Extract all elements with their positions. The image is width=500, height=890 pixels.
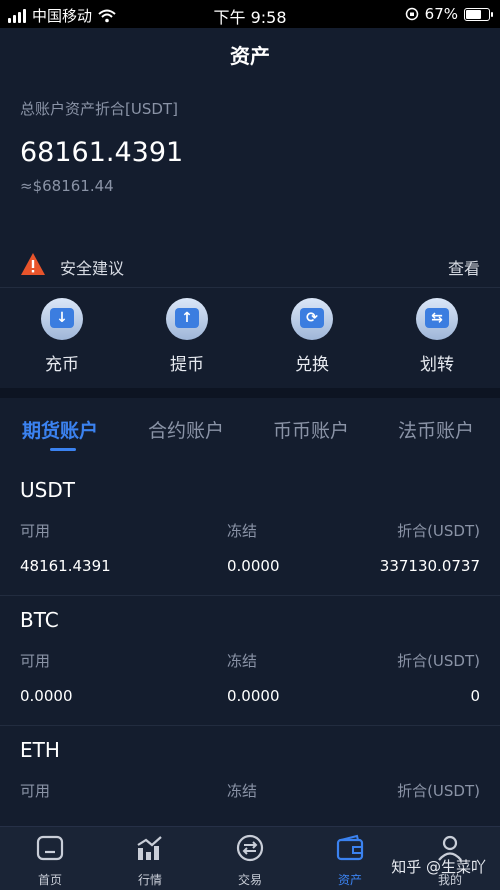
deposit-button[interactable]: ↓ 充币 bbox=[22, 298, 102, 375]
value-header: 折合(USDT) bbox=[397, 652, 480, 670]
withdraw-icon: ↑ bbox=[166, 298, 208, 340]
active-tab-indicator bbox=[50, 448, 76, 451]
asset-row-btc[interactable]: BTC 可用 冻结 折合(USDT) 0.0000 0.0000 0 bbox=[0, 596, 500, 726]
watermark: 知乎 @生菜吖 bbox=[391, 858, 486, 876]
home-icon bbox=[36, 835, 64, 861]
warning-icon bbox=[21, 253, 45, 275]
account-tabs: 期货账户 合约账户 币币账户 法币账户 bbox=[0, 398, 500, 458]
available-header: 可用 bbox=[20, 782, 51, 800]
value-header: 折合(USDT) bbox=[397, 782, 480, 800]
tab-spot[interactable]: 币币账户 bbox=[273, 416, 349, 443]
exchange-button[interactable]: ⟳ 兑换 bbox=[272, 298, 352, 375]
tab-fiat[interactable]: 法币账户 bbox=[398, 416, 474, 443]
transfer-label: 划转 bbox=[420, 355, 454, 375]
status-bar: 中国移动 下午 9:58 67% bbox=[0, 0, 500, 28]
exchange-icon: ⟳ bbox=[291, 298, 333, 340]
tabbar-market[interactable]: 行情 bbox=[110, 833, 190, 888]
asset-name: BTC bbox=[20, 608, 59, 632]
transfer-icon: ⇆ bbox=[416, 298, 458, 340]
quick-actions: ↓ 充币 ↑ 提币 ⟳ 兑换 ⇆ 划转 bbox=[0, 298, 500, 378]
available-value: 48161.4391 bbox=[20, 557, 111, 575]
transfer-button[interactable]: ⇆ 划转 bbox=[397, 298, 477, 375]
tabbar-market-label: 行情 bbox=[137, 873, 162, 887]
deposit-icon: ↓ bbox=[41, 298, 83, 340]
battery-icon bbox=[464, 7, 493, 21]
chart-icon bbox=[137, 836, 162, 860]
withdraw-button[interactable]: ↑ 提币 bbox=[147, 298, 227, 375]
security-advice-row[interactable]: 安全建议 查看 bbox=[0, 240, 500, 288]
total-assets-approx: ≈$68161.44 bbox=[20, 177, 114, 195]
withdraw-label: 提币 bbox=[170, 355, 204, 375]
value-header: 折合(USDT) bbox=[397, 522, 480, 540]
deposit-label: 充币 bbox=[45, 355, 79, 375]
section-divider bbox=[0, 388, 500, 398]
tabbar-trade[interactable]: 交易 bbox=[210, 833, 290, 888]
asset-name: ETH bbox=[20, 738, 60, 762]
trade-icon bbox=[236, 834, 264, 862]
exchange-label: 兑换 bbox=[295, 355, 329, 375]
available-header: 可用 bbox=[20, 522, 51, 540]
available-header: 可用 bbox=[20, 652, 51, 670]
total-assets-value: 68161.4391 bbox=[20, 137, 184, 168]
tab-contract[interactable]: 合约账户 bbox=[148, 416, 224, 443]
converted-value: 337130.0737 bbox=[379, 557, 480, 575]
orientation-lock-icon bbox=[405, 7, 418, 21]
frozen-header: 冻结 bbox=[227, 522, 258, 540]
asset-row-usdt[interactable]: USDT 可用 冻结 折合(USDT) 48161.4391 0.0000 33… bbox=[0, 466, 500, 596]
tabbar-home-label: 首页 bbox=[37, 873, 62, 887]
frozen-header: 冻结 bbox=[227, 782, 258, 800]
wallet-icon bbox=[336, 834, 364, 861]
frozen-value: 0.0000 bbox=[227, 687, 280, 705]
status-right: 67% bbox=[405, 5, 493, 23]
tabbar-home[interactable]: 首页 bbox=[10, 833, 90, 888]
tab-futures[interactable]: 期货账户 bbox=[22, 416, 98, 443]
converted-value: 0 bbox=[470, 687, 480, 705]
frozen-header: 冻结 bbox=[227, 652, 258, 670]
tabbar-trade-label: 交易 bbox=[237, 873, 262, 887]
frozen-value: 0.0000 bbox=[227, 557, 280, 575]
tabbar-assets[interactable]: 资产 bbox=[310, 833, 390, 888]
security-view-link[interactable]: 查看 bbox=[448, 255, 480, 279]
available-value: 0.0000 bbox=[20, 687, 73, 705]
asset-name: USDT bbox=[20, 478, 75, 502]
tabbar-assets-label: 资产 bbox=[337, 873, 362, 887]
total-assets-label: 总账户资产折合[USDT] bbox=[20, 100, 178, 118]
battery-percent: 67% bbox=[424, 5, 458, 23]
security-advice-label: 安全建议 bbox=[60, 259, 125, 278]
page-title: 资产 bbox=[230, 44, 270, 68]
